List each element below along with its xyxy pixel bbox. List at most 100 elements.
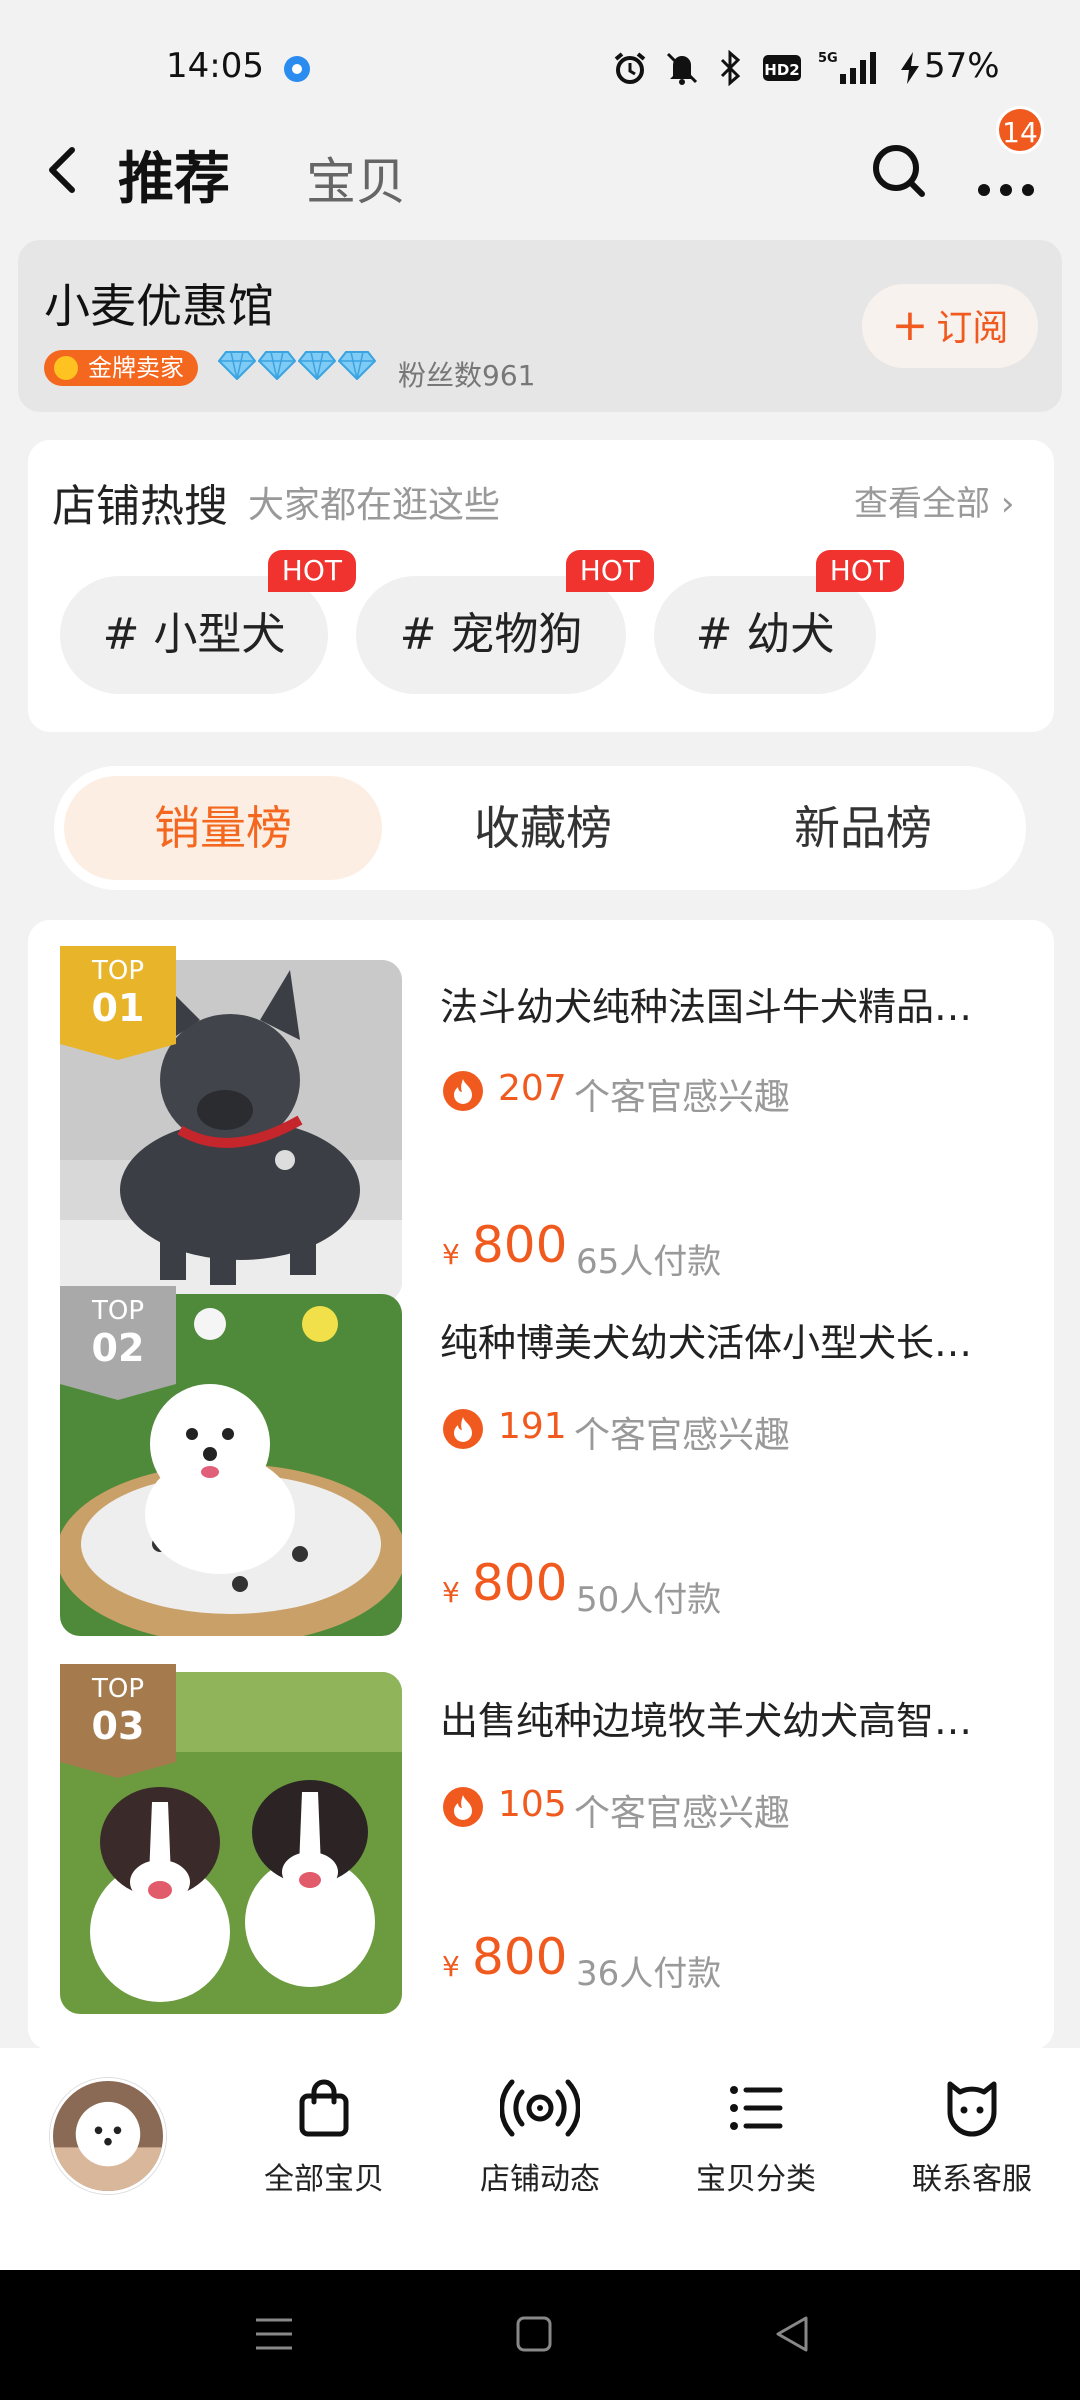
price: 800 [472,1216,568,1274]
rank-badge: TOP 03 [60,1664,176,1778]
diamond-icon [258,351,296,380]
list-icon [730,2086,783,2130]
fire-icon [443,1409,483,1449]
shop-avatar[interactable] [50,2078,166,2194]
interest-text: 个客官感兴趣 [574,1415,791,1456]
hot-tag-label: # 宠物狗 [399,609,583,660]
status-bar: 14:05 HD2 5G 57% [0,0,1080,130]
plus-icon: + [891,300,929,351]
customer-service-icon [947,2081,997,2137]
chevron-right-icon: › [1000,484,1015,524]
menu-icon[interactable] [254,2314,294,2354]
interest-count: 207 [498,1068,567,1109]
hot-tag-label: # 幼犬 [695,609,835,660]
tab-customer-service[interactable]: 联系客服 [882,2076,1062,2198]
tab-recommend[interactable]: 推荐 [118,134,230,215]
mute-icon [666,52,698,85]
see-all-link[interactable]: 查看全部 › [854,476,1014,525]
hot-label: HOT [815,550,904,592]
currency-symbol: ¥ [442,1238,460,1271]
tab-all-products[interactable]: 全部宝贝 [234,2076,414,2198]
home-icon[interactable] [514,2314,554,2354]
hot-tag[interactable]: # 小型犬 HOT [60,550,356,694]
back-icon[interactable] [40,142,90,198]
paid-count: 65人付款 [576,1242,722,1282]
rank-label: TOP [91,1674,145,1704]
product-item[interactable]: TOP 02 纯种博美犬幼犬活体小型犬长… 191 个客官感兴趣 ¥ 800 5… [28,1286,1054,1642]
hot-label: HOT [267,550,356,592]
rank-label: TOP [91,956,145,986]
fire-icon [443,1787,483,1827]
status-time: 14:05 [166,46,264,86]
paid-count: 36人付款 [576,1954,722,1994]
system-nav-bar [0,2270,1080,2400]
tab-customer-service-label: 联系客服 [912,2162,1032,2197]
hot-search-subtitle: 大家都在逛这些 [248,485,501,526]
broadcast-icon [500,2079,580,2137]
bottom-tab-bar: 全部宝贝 店铺动态 宝贝分类 联系客服 [0,2048,1080,2270]
price: 800 [472,1554,568,1612]
tab-categories[interactable]: 宝贝分类 [666,2076,846,2198]
more-icon[interactable] [974,146,1038,206]
ranking-tabs: 销量榜 收藏榜 新品榜 [54,766,1026,890]
interest-text: 个客官感兴趣 [574,1077,791,1118]
hot-tag[interactable]: # 幼犬 HOT [654,550,904,694]
tab-shop-feed-label: 店铺动态 [480,2162,600,2197]
tab-products[interactable]: 宝贝 [306,142,406,214]
hot-search-title: 店铺热搜 [52,481,228,532]
tab-new-rank[interactable]: 新品榜 [704,776,1022,880]
shop-name[interactable]: 小麦优惠馆 [44,270,274,336]
subscribe-button[interactable]: + 订阅 [862,284,1038,368]
tab-shop-feed[interactable]: 店铺动态 [450,2076,630,2198]
svg-text:5G: 5G [818,51,838,66]
hot-tag-label: # 小型犬 [102,609,286,660]
back-nav-icon[interactable] [772,2314,812,2354]
top-nav: 推荐 宝贝 [0,120,1080,220]
rank-number: 01 [91,986,145,1030]
interest-count: 105 [498,1784,567,1825]
hd-icon: HD2 [763,55,801,81]
rank-number: 03 [91,1704,145,1748]
diamond-icon [338,351,376,380]
fire-icon [443,1071,483,1111]
currency-symbol: ¥ [442,1950,460,1983]
currency-symbol: ¥ [442,1576,460,1609]
message-count-badge: 14 [996,106,1044,154]
tab-all-products-label: 全部宝贝 [264,2162,384,2197]
price: 800 [472,1928,568,1986]
product-title[interactable]: 出售纯种边境牧羊犬幼犬高智… [440,1690,1020,1745]
rank-badge: TOP 02 [60,1286,176,1400]
shopping-bag-icon [299,2079,349,2137]
shop-card: 小麦优惠馆 金牌卖家 粉丝数961 + 订阅 [18,240,1062,412]
signal-icon: 5G [818,51,876,84]
tab-favorites-rank[interactable]: 收藏榜 [384,776,702,880]
rank-badge: TOP 01 [60,946,176,1060]
location-icon [284,56,310,82]
fans-count: 粉丝数961 [398,359,536,392]
bluetooth-icon [720,50,741,86]
product-title[interactable]: 纯种博美犬幼犬活体小型犬长… [440,1312,1020,1367]
diamond-icon [298,351,336,380]
hot-label: HOT [565,550,654,592]
hot-tag[interactable]: # 宠物狗 HOT [356,550,654,694]
product-title[interactable]: 法斗幼犬纯种法国斗牛犬精品… [440,976,1020,1031]
see-all-label: 查看全部 [854,484,990,524]
gold-seller-badge: 金牌卖家 [44,350,198,386]
alarm-icon [614,52,646,84]
hot-search-card: 店铺热搜 大家都在逛这些 查看全部 › # 小型犬 HOT # 宠物狗 HOT … [28,440,1054,732]
charging-icon [901,52,919,84]
paid-count: 50人付款 [576,1580,722,1620]
interest-count: 191 [498,1406,567,1447]
status-icons: HD2 5G [612,50,922,86]
diamond-rating [218,350,376,380]
subscribe-label: 订阅 [936,308,1009,349]
diamond-icon [218,351,256,380]
interest-text: 个客官感兴趣 [574,1793,791,1834]
product-item[interactable]: TOP 03 出售纯种边境牧羊犬幼犬高智… 105 个客官感兴趣 ¥ 800 3… [28,1664,1054,2020]
tab-sales-rank[interactable]: 销量榜 [64,776,382,880]
tab-categories-label: 宝贝分类 [696,2162,816,2197]
product-list: TOP 01 法斗幼犬纯种法国斗牛犬精品… 207 个客官感兴趣 ¥ 800 6… [28,920,1054,2050]
product-item[interactable]: TOP 01 法斗幼犬纯种法国斗牛犬精品… 207 个客官感兴趣 ¥ 800 6… [28,920,1054,1302]
search-icon[interactable] [868,140,928,200]
rank-label: TOP [91,1296,145,1326]
